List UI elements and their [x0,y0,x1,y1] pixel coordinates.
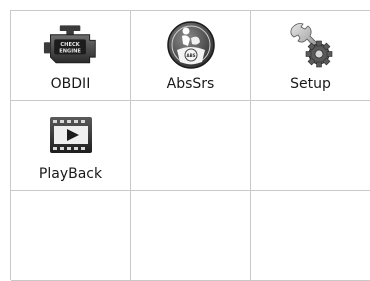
svg-text:ABS: ABS [186,53,195,58]
menu-item-abssrs[interactable]: ABS AbsSrs [131,11,251,101]
airbag-abs-icon: ABS [163,19,219,71]
empty-cell [11,191,131,281]
svg-text:ENGINE: ENGINE [59,48,81,54]
empty-cell [131,101,251,191]
menu-item-playback[interactable]: PlayBack [11,101,131,191]
film-play-icon [43,109,99,161]
wrench-gear-icon [283,19,339,71]
empty-cell [251,191,370,281]
empty-cell [131,191,251,281]
menu-item-label: PlayBack [38,166,103,182]
empty-cell [251,101,370,191]
check-engine-icon: CHECK ENGINE [43,19,99,71]
menu-item-obdii[interactable]: CHECK ENGINE OBDII [11,11,131,101]
menu-item-setup[interactable]: Setup [251,11,370,101]
menu-item-label: AbsSrs [166,76,215,92]
menu-item-label: Setup [290,76,331,92]
menu-item-label: OBDII [50,76,91,92]
svg-text:CHECK: CHECK [60,42,80,48]
main-menu-grid: CHECK ENGINE OBDII ABS AbsSrs Setup Play… [10,10,370,281]
